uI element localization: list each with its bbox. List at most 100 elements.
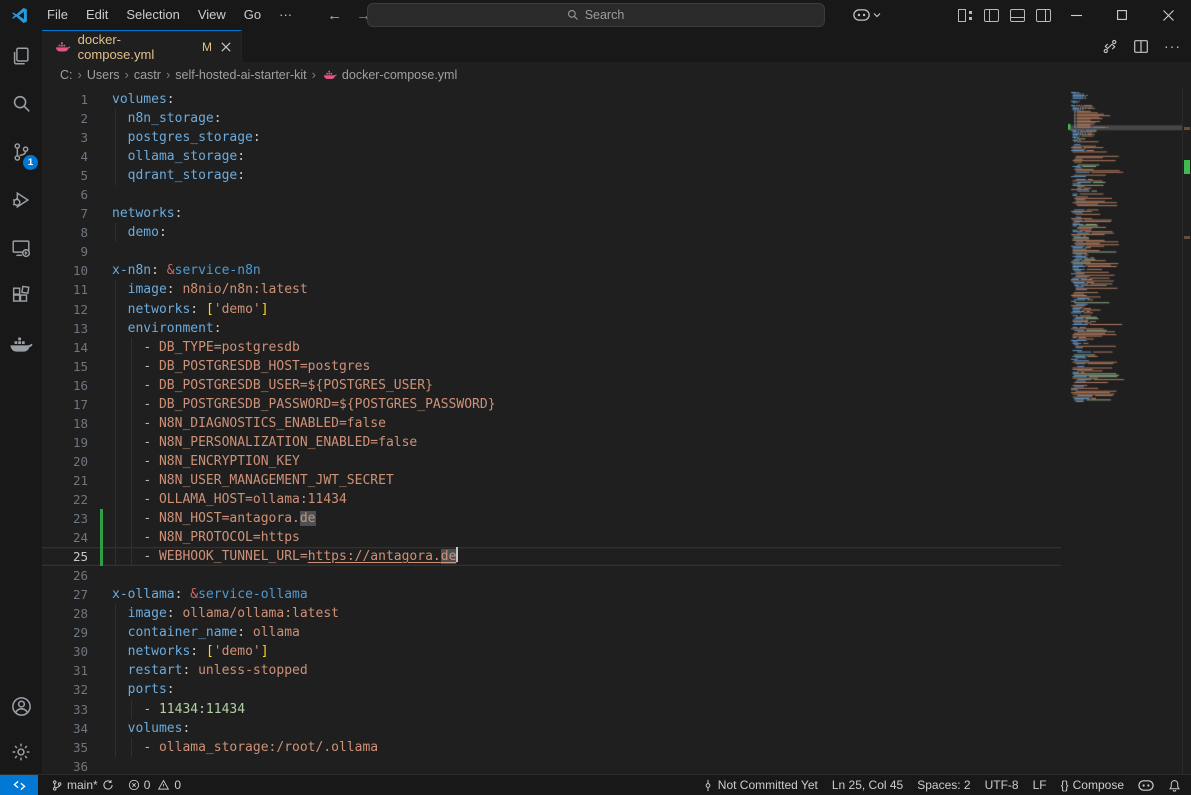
code-line[interactable]: 15 - DB_POSTGRESDB_HOST=postgres [42, 357, 1061, 376]
customize-layout-icon[interactable] [958, 9, 973, 22]
code-line[interactable]: 25 - WEBHOOK_TUNNEL_URL=https://antagora… [42, 547, 1061, 566]
line-number[interactable]: 24 [42, 528, 88, 547]
editor-pane[interactable]: 1volumes:2 n8n_storage:3 postgres_storag… [42, 87, 1191, 774]
line-number[interactable]: 15 [42, 357, 88, 376]
line-number[interactable]: 4 [42, 147, 88, 166]
menu-file[interactable]: File [38, 0, 77, 30]
explorer-icon[interactable] [0, 32, 42, 80]
code-line[interactable]: 29 container_name: ollama [42, 623, 1061, 642]
line-number[interactable]: 17 [42, 395, 88, 414]
menu-go[interactable]: Go [235, 0, 270, 30]
line-number[interactable]: 28 [42, 604, 88, 623]
line-number[interactable]: 31 [42, 661, 88, 680]
line-number[interactable]: 32 [42, 680, 88, 699]
maximize-button[interactable] [1099, 0, 1145, 30]
line-number[interactable]: 19 [42, 433, 88, 452]
line-number[interactable]: 27 [42, 585, 88, 604]
line-number[interactable]: 1 [42, 90, 88, 109]
code-line[interactable]: 35 - ollama_storage:/root/.ollama [42, 738, 1061, 757]
code-line[interactable]: 31 restart: unless-stopped [42, 661, 1061, 680]
line-number[interactable]: 2 [42, 109, 88, 128]
line-number[interactable]: 30 [42, 642, 88, 661]
minimap[interactable] [1068, 90, 1182, 770]
tab-docker-compose[interactable]: docker-compose.yml M [42, 30, 242, 62]
split-editor-icon[interactable] [1134, 40, 1148, 53]
line-number[interactable]: 12 [42, 300, 88, 319]
line-number[interactable]: 33 [42, 700, 88, 719]
code-line[interactable]: 34 volumes: [42, 719, 1061, 738]
menu-selection[interactable]: Selection [117, 0, 188, 30]
line-number[interactable]: 6 [42, 185, 88, 204]
navigate-back-icon[interactable]: ← [327, 7, 342, 24]
line-number[interactable]: 11 [42, 280, 88, 299]
toggle-panel-icon[interactable] [1010, 9, 1025, 22]
line-number[interactable]: 29 [42, 623, 88, 642]
code-line[interactable]: 9 [42, 242, 1061, 261]
line-number[interactable]: 18 [42, 414, 88, 433]
line-number[interactable]: 20 [42, 452, 88, 471]
command-center-search[interactable]: Search [367, 3, 825, 27]
line-number[interactable]: 5 [42, 166, 88, 185]
toggle-primary-sidebar-icon[interactable] [984, 9, 999, 22]
line-number[interactable]: 21 [42, 471, 88, 490]
code-line[interactable]: 30 networks: ['demo'] [42, 642, 1061, 661]
breadcrumb-filename[interactable]: docker-compose.yml [342, 68, 457, 82]
line-number[interactable]: 22 [42, 490, 88, 509]
git-branch-item[interactable]: main* [44, 775, 121, 795]
extensions-icon[interactable] [0, 272, 42, 320]
code-line[interactable]: 20 - N8N_ENCRYPTION_KEY [42, 452, 1061, 471]
code-line[interactable]: 5 qdrant_storage: [42, 166, 1061, 185]
overview-ruler[interactable] [1182, 87, 1191, 774]
settings-gear-icon[interactable] [0, 730, 42, 774]
menu-view[interactable]: View [189, 0, 235, 30]
line-number[interactable]: 36 [42, 757, 88, 774]
cursor-position[interactable]: Ln 25, Col 45 [825, 778, 910, 792]
copilot-status[interactable] [1131, 780, 1161, 791]
line-number[interactable]: 25 [42, 547, 88, 566]
code-line[interactable]: 10x-n8n: &service-n8n [42, 261, 1061, 280]
code-line[interactable]: 13 environment: [42, 319, 1061, 338]
code-line[interactable]: 23 - N8N_HOST=antagora.de [42, 509, 1061, 528]
code-line[interactable]: 2 n8n_storage: [42, 109, 1061, 128]
remote-indicator[interactable] [0, 775, 38, 795]
line-number[interactable]: 16 [42, 376, 88, 395]
line-number[interactable]: 23 [42, 509, 88, 528]
code-line[interactable]: 32 ports: [42, 680, 1061, 699]
line-number[interactable]: 26 [42, 566, 88, 585]
language-mode[interactable]: {} Compose [1054, 778, 1131, 792]
line-number[interactable]: 10 [42, 261, 88, 280]
code-area[interactable]: 1volumes:2 n8n_storage:3 postgres_storag… [42, 90, 1061, 774]
more-actions-icon[interactable]: ··· [1164, 38, 1181, 54]
code-line[interactable]: 33 - 11434:11434 [42, 700, 1061, 719]
remote-explorer-icon[interactable] [0, 224, 42, 272]
code-line[interactable]: 28 image: ollama/ollama:latest [42, 604, 1061, 623]
line-number[interactable]: 34 [42, 719, 88, 738]
code-line[interactable]: 6 [42, 185, 1061, 204]
code-line[interactable]: 21 - N8N_USER_MANAGEMENT_JWT_SECRET [42, 471, 1061, 490]
line-number[interactable]: 13 [42, 319, 88, 338]
line-number[interactable]: 8 [42, 223, 88, 242]
breadcrumb-users[interactable]: Users [87, 68, 120, 82]
code-line[interactable]: 27x-ollama: &service-ollama [42, 585, 1061, 604]
copilot-menu[interactable] [853, 9, 881, 21]
code-line[interactable]: 3 postgres_storage: [42, 128, 1061, 147]
code-line[interactable]: 18 - N8N_DIAGNOSTICS_ENABLED=false [42, 414, 1061, 433]
close-window-button[interactable] [1145, 0, 1191, 30]
line-number[interactable]: 3 [42, 128, 88, 147]
notifications-bell[interactable] [1161, 779, 1183, 792]
line-number[interactable]: 7 [42, 204, 88, 223]
line-number[interactable]: 14 [42, 338, 88, 357]
code-line[interactable]: 36 [42, 757, 1061, 774]
code-line[interactable]: 26 [42, 566, 1061, 585]
docker-icon[interactable] [0, 320, 42, 368]
git-commit-status[interactable]: Not Committed Yet [695, 778, 825, 792]
breadcrumb-castr[interactable]: castr [134, 68, 161, 82]
code-line[interactable]: 11 image: n8nio/n8n:latest [42, 280, 1061, 299]
line-number[interactable]: 9 [42, 242, 88, 261]
tab-close-icon[interactable] [221, 42, 231, 52]
toggle-secondary-sidebar-icon[interactable] [1036, 9, 1051, 22]
code-line[interactable]: 8 demo: [42, 223, 1061, 242]
indentation[interactable]: Spaces: 2 [910, 778, 977, 792]
source-control-icon[interactable]: 1 [0, 128, 42, 176]
code-line[interactable]: 19 - N8N_PERSONALIZATION_ENABLED=false [42, 433, 1061, 452]
